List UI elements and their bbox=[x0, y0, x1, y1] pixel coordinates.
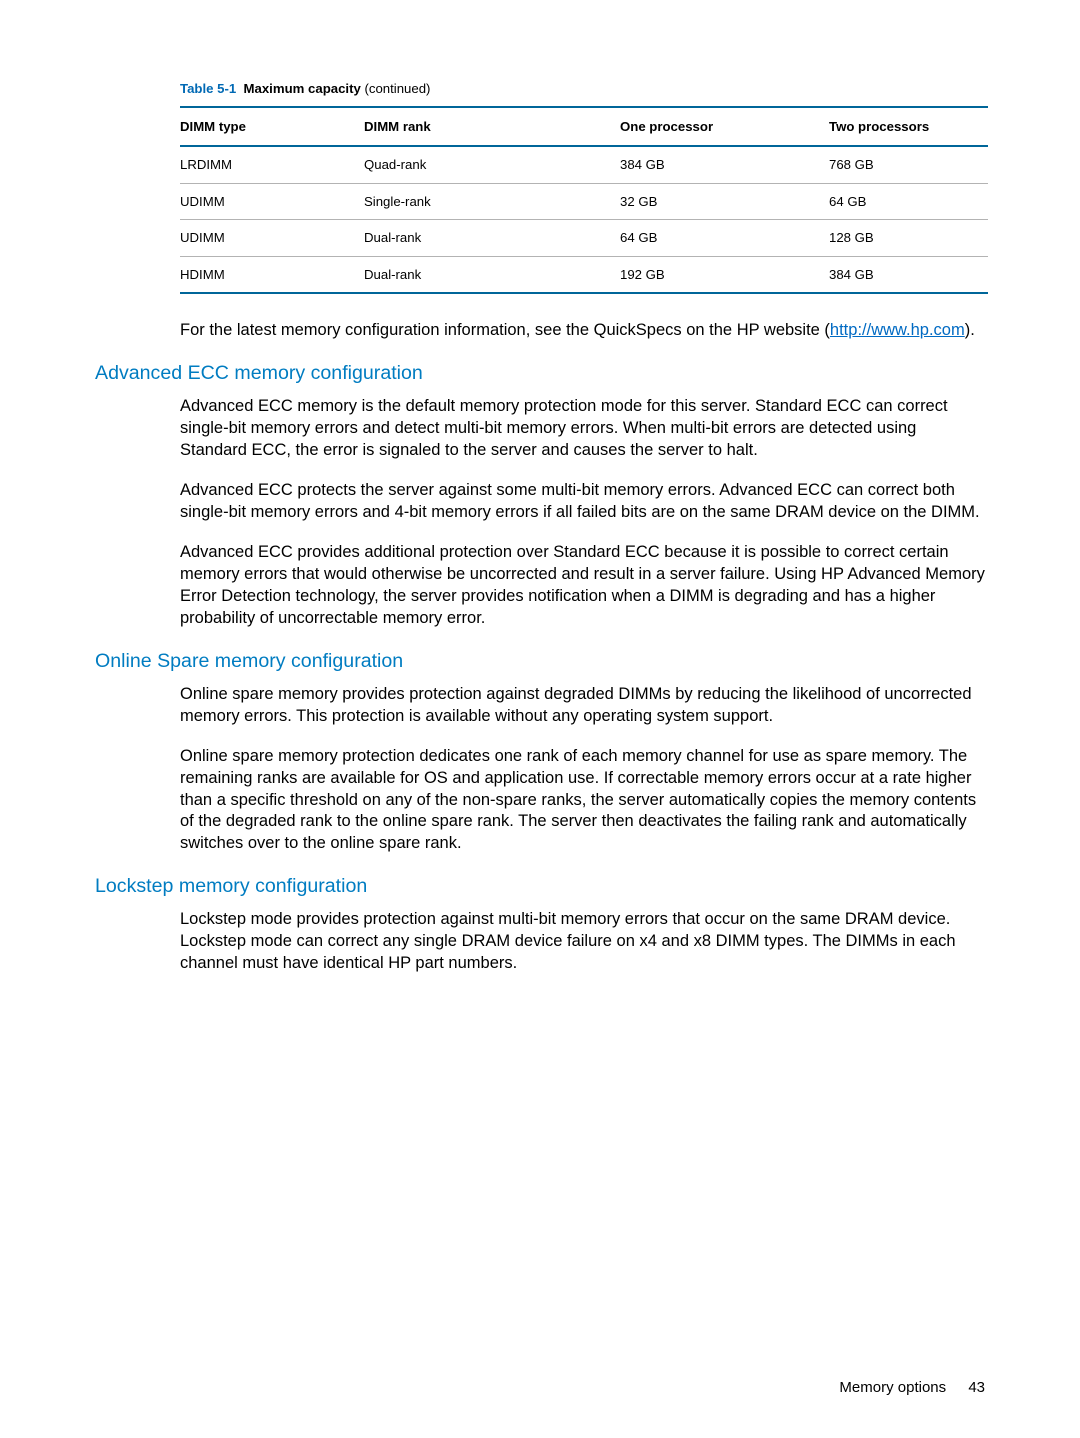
table-caption: Table 5-1 Maximum capacity (continued) bbox=[180, 80, 985, 98]
table-row: UDIMM Single-rank 32 GB 64 GB bbox=[180, 183, 988, 220]
cell-one-proc: 192 GB bbox=[620, 256, 829, 293]
footer-section-title: Memory options bbox=[839, 1379, 946, 1396]
intro-tail: ). bbox=[965, 321, 975, 339]
heading-advanced-ecc: Advanced ECC memory configuration bbox=[95, 360, 985, 386]
table-caption-suffix: (continued) bbox=[361, 81, 431, 96]
cell-one-proc: 384 GB bbox=[620, 146, 829, 183]
cell-dimm-rank: Dual-rank bbox=[364, 220, 620, 257]
paragraph: Online spare memory protection dedicates… bbox=[180, 746, 985, 856]
footer-page-number: 43 bbox=[968, 1379, 985, 1396]
paragraph: Advanced ECC memory is the default memor… bbox=[180, 396, 985, 462]
table-row: UDIMM Dual-rank 64 GB 128 GB bbox=[180, 220, 988, 257]
col-one-processor: One processor bbox=[620, 107, 829, 147]
cell-dimm-type: LRDIMM bbox=[180, 146, 364, 183]
table-row: LRDIMM Quad-rank 384 GB 768 GB bbox=[180, 146, 988, 183]
intro-lead: For the latest memory configuration info… bbox=[180, 321, 830, 339]
cell-one-proc: 64 GB bbox=[620, 220, 829, 257]
heading-lockstep: Lockstep memory configuration bbox=[95, 873, 985, 899]
paragraph: Advanced ECC provides additional protect… bbox=[180, 542, 985, 630]
cell-dimm-rank: Quad-rank bbox=[364, 146, 620, 183]
col-dimm-rank: DIMM rank bbox=[364, 107, 620, 147]
paragraph: Advanced ECC protects the server against… bbox=[180, 480, 985, 524]
cell-two-proc: 384 GB bbox=[829, 256, 988, 293]
table-caption-id: Table 5-1 bbox=[180, 81, 236, 96]
cell-dimm-type: UDIMM bbox=[180, 220, 364, 257]
heading-online-spare: Online Spare memory configuration bbox=[95, 648, 985, 674]
paragraph: Lockstep mode provides protection agains… bbox=[180, 909, 985, 975]
cell-dimm-type: HDIMM bbox=[180, 256, 364, 293]
col-two-processors: Two processors bbox=[829, 107, 988, 147]
cell-dimm-rank: Dual-rank bbox=[364, 256, 620, 293]
cell-one-proc: 32 GB bbox=[620, 183, 829, 220]
cell-two-proc: 128 GB bbox=[829, 220, 988, 257]
cell-two-proc: 768 GB bbox=[829, 146, 988, 183]
page-footer: Memory options 43 bbox=[839, 1378, 985, 1398]
paragraph: Online spare memory provides protection … bbox=[180, 684, 985, 728]
table-caption-title: Maximum capacity bbox=[244, 81, 361, 96]
cell-dimm-rank: Single-rank bbox=[364, 183, 620, 220]
table-header-row: DIMM type DIMM rank One processor Two pr… bbox=[180, 107, 988, 147]
table-row: HDIMM Dual-rank 192 GB 384 GB bbox=[180, 256, 988, 293]
cell-two-proc: 64 GB bbox=[829, 183, 988, 220]
intro-paragraph: For the latest memory configuration info… bbox=[180, 320, 985, 342]
cell-dimm-type: UDIMM bbox=[180, 183, 364, 220]
col-dimm-type: DIMM type bbox=[180, 107, 364, 147]
hp-website-link[interactable]: http://www.hp.com bbox=[830, 321, 965, 339]
capacity-table: DIMM type DIMM rank One processor Two pr… bbox=[180, 106, 988, 295]
